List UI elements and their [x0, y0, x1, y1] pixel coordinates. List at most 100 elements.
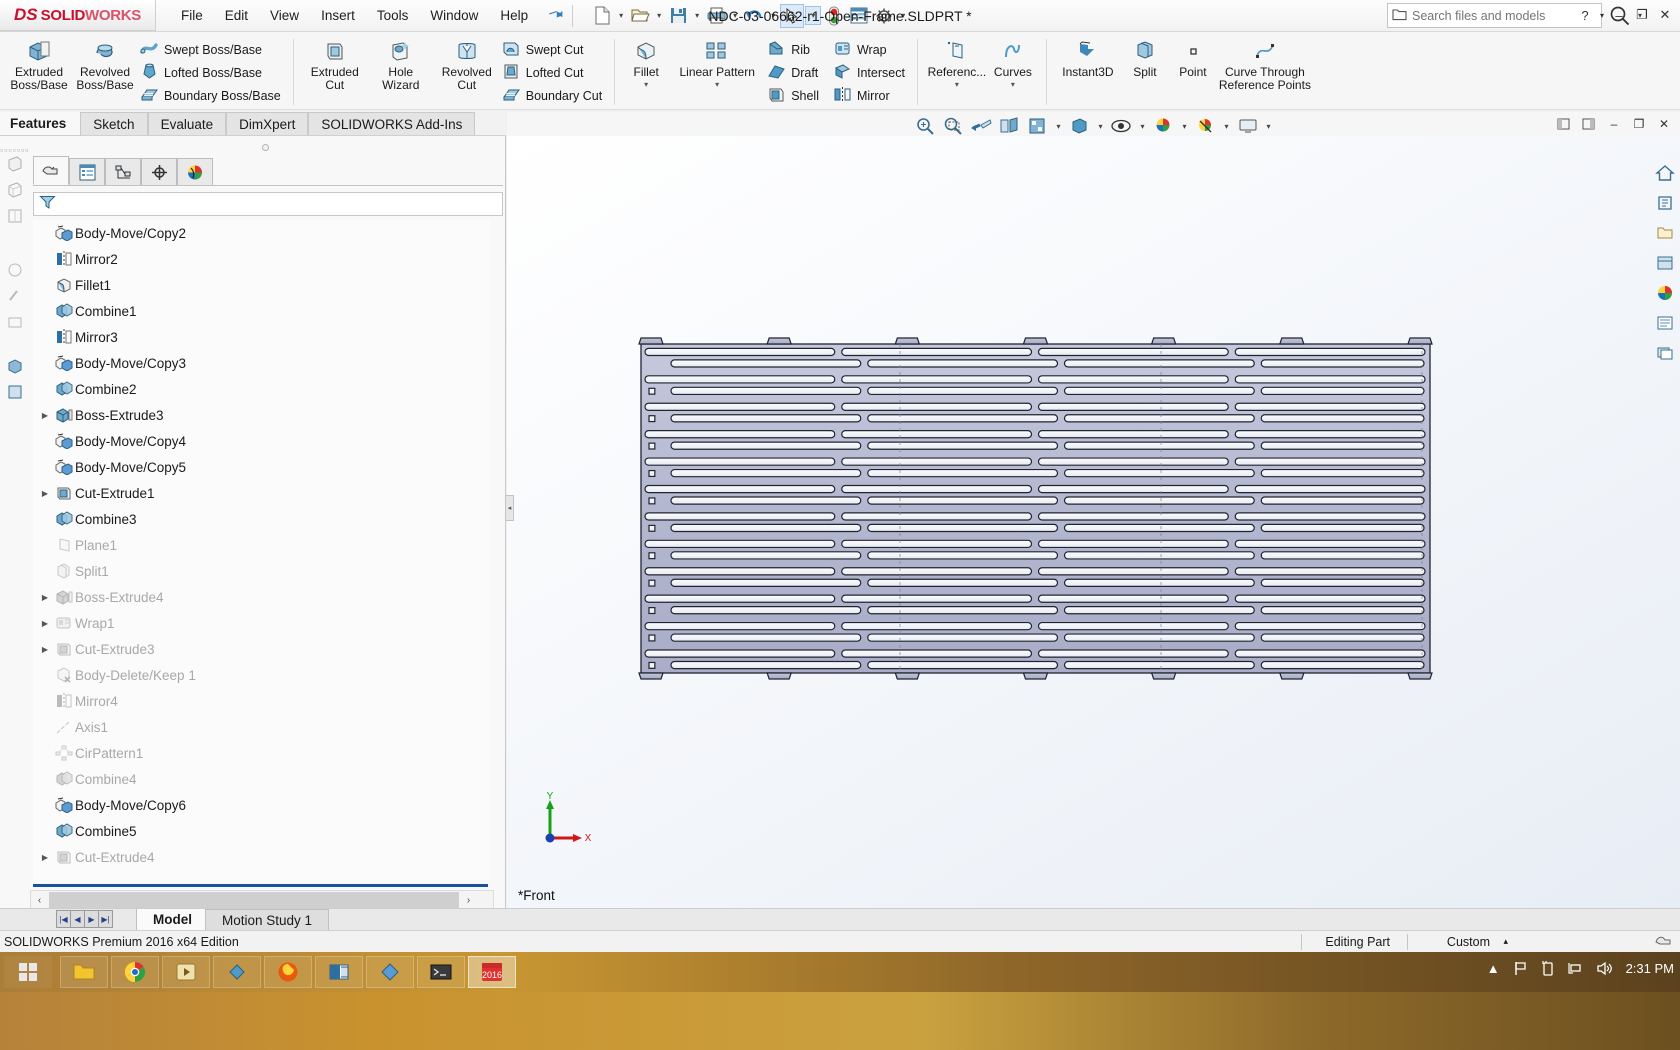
hole-wizard-button[interactable]: Hole Wizard: [368, 34, 434, 92]
settings-caret[interactable]: ▾: [897, 11, 909, 20]
open-frame-part-model[interactable]: [507, 136, 1680, 908]
expand-arrow-icon[interactable]: ▶: [37, 593, 53, 602]
tab-model[interactable]: Model: [136, 909, 209, 930]
feature-tree-item[interactable]: Combine5: [33, 818, 491, 844]
point-button[interactable]: Point: [1169, 34, 1217, 79]
graphics-restore-icon[interactable]: ❐: [1629, 114, 1649, 134]
wrap-button[interactable]: Wrap: [831, 39, 909, 61]
instant3d-button[interactable]: Instant3D: [1055, 34, 1121, 79]
feature-tree-item[interactable]: ▶ Cut-Extrude1: [33, 480, 491, 506]
tile-right-icon[interactable]: [1579, 114, 1599, 134]
tile-left-icon[interactable]: [1554, 114, 1574, 134]
menu-window[interactable]: Window: [419, 3, 489, 28]
volume-icon[interactable]: [1596, 961, 1613, 976]
custom-properties-icon[interactable]: [1652, 340, 1678, 366]
chrome-icon[interactable]: [111, 956, 159, 988]
tab-features[interactable]: Features: [0, 112, 81, 136]
edit-appearance-icon[interactable]: [1151, 114, 1177, 138]
feature-tree-item[interactable]: Fillet1: [33, 272, 491, 298]
zoom-to-fit-icon[interactable]: [912, 114, 938, 138]
display-manager-tab[interactable]: [177, 158, 213, 185]
feature-tree-item[interactable]: ▶ Cut-Extrude3: [33, 636, 491, 662]
display-style-icon[interactable]: [1066, 114, 1092, 138]
feature-tree-item[interactable]: Combine3: [33, 506, 491, 532]
terminal-icon[interactable]: [417, 956, 465, 988]
graphics-minimize-icon[interactable]: –: [1604, 114, 1624, 134]
next-tab-button[interactable]: ▶: [84, 910, 99, 928]
feature-tree-item[interactable]: CirPattern1: [33, 740, 491, 766]
feature-tree-item[interactable]: Mirror4: [33, 688, 491, 714]
property-manager-tab[interactable]: [69, 158, 105, 185]
shell-button[interactable]: Shell: [765, 85, 823, 107]
flag-icon[interactable]: [1513, 961, 1528, 976]
edit-appearance-caret[interactable]: ▾: [1179, 122, 1191, 131]
feature-tree-filter[interactable]: [33, 192, 503, 216]
feature-tree-item[interactable]: Combine1: [33, 298, 491, 324]
menu-tools[interactable]: Tools: [366, 3, 420, 28]
revolved-boss-base-button[interactable]: Revolved Boss/Base: [72, 34, 138, 92]
feature-tree-item[interactable]: ▶ Cut-Extrude4: [33, 844, 491, 870]
units-caret[interactable]: ▴: [1503, 936, 1508, 947]
display-style-caret[interactable]: ▾: [1094, 122, 1106, 131]
outlook-icon[interactable]: [315, 956, 363, 988]
expand-arrow-icon[interactable]: ▶: [37, 489, 53, 498]
firefox-icon[interactable]: [264, 956, 312, 988]
graphics-close-icon[interactable]: ✕: [1654, 114, 1674, 134]
feature-tree-item[interactable]: Body-Move/Copy3: [33, 350, 491, 376]
graphics-panel-collapse-handle[interactable]: ◂: [505, 495, 514, 521]
lofted-boss-base-button[interactable]: Lofted Boss/Base: [138, 62, 285, 84]
linear-pattern-dropdown-caret[interactable]: ▾: [715, 80, 719, 89]
menu-insert[interactable]: Insert: [310, 3, 366, 28]
revolved-cut-button[interactable]: Revolved Cut: [434, 34, 500, 92]
hide-show-caret[interactable]: ▾: [1136, 122, 1148, 131]
dimxpert-manager-tab[interactable]: [141, 158, 177, 185]
view-panel-icon[interactable]: [3, 380, 27, 404]
network-icon[interactable]: [213, 956, 261, 988]
expand-arrow-icon[interactable]: ▶: [37, 619, 53, 628]
fillet-button[interactable]: Fillet ▾: [623, 34, 669, 89]
tab-sketch[interactable]: Sketch: [80, 112, 148, 136]
lofted-cut-button[interactable]: Lofted Cut: [500, 62, 606, 84]
first-tab-button[interactable]: |◀: [56, 910, 71, 928]
status-overlay-icon[interactable]: [1655, 933, 1672, 950]
app-icon[interactable]: [366, 956, 414, 988]
extruded-cut-button[interactable]: Extruded Cut: [302, 34, 368, 92]
hide-show-items-icon[interactable]: [1108, 114, 1134, 138]
view-section-icon[interactable]: [3, 204, 27, 228]
feature-tree-item[interactable]: Combine2: [33, 376, 491, 402]
view-tools-icon[interactable]: [3, 284, 27, 308]
split-button[interactable]: Split: [1121, 34, 1169, 79]
help-button[interactable]: ?: [1574, 4, 1596, 26]
open-document-icon[interactable]: [628, 4, 652, 28]
apply-scene-icon[interactable]: [1193, 114, 1219, 138]
view-cube-icon[interactable]: [3, 354, 27, 378]
file-explorer-icon[interactable]: [1652, 250, 1678, 276]
feature-tree-horizontal-scrollbar[interactable]: ‹ ›: [30, 890, 494, 910]
curves-dropdown-caret[interactable]: ▾: [1011, 80, 1015, 89]
start-icon[interactable]: [4, 956, 52, 988]
hscroll-thumb[interactable]: [49, 892, 459, 908]
undo-icon[interactable]: [742, 4, 766, 28]
options-list-icon[interactable]: [847, 4, 871, 28]
undo-caret[interactable]: ▾: [767, 11, 779, 20]
network-tray-icon[interactable]: [1567, 961, 1583, 976]
feature-tree-item[interactable]: Split1: [33, 558, 491, 584]
open-document-caret[interactable]: ▾: [653, 11, 665, 20]
new-document-caret[interactable]: ▾: [615, 11, 627, 20]
tab-solidworks-add-ins[interactable]: SOLIDWORKS Add-Ins: [308, 112, 476, 136]
save-icon[interactable]: [666, 4, 690, 28]
reference-geometry-dropdown-caret[interactable]: ▾: [955, 80, 959, 89]
feature-tree-item[interactable]: Plane1: [33, 532, 491, 558]
file-explorer-icon[interactable]: [60, 956, 108, 988]
curve-through-reference-points-button[interactable]: Curve Through Reference Points: [1217, 34, 1313, 92]
rebuild-icon[interactable]: [822, 4, 846, 28]
tab-motion-study-1[interactable]: Motion Study 1: [205, 909, 330, 930]
search-input[interactable]: [1412, 8, 1597, 23]
show-hidden-icon[interactable]: ▲: [1487, 961, 1500, 976]
intersect-button[interactable]: Intersect: [831, 62, 909, 84]
settings-gear-icon[interactable]: [872, 4, 896, 28]
feature-tree-item[interactable]: Body-Move/Copy4: [33, 428, 491, 454]
apply-scene-caret[interactable]: ▾: [1221, 122, 1233, 131]
tab-evaluate[interactable]: Evaluate: [147, 112, 227, 136]
view-scene-icon[interactable]: [3, 310, 27, 334]
